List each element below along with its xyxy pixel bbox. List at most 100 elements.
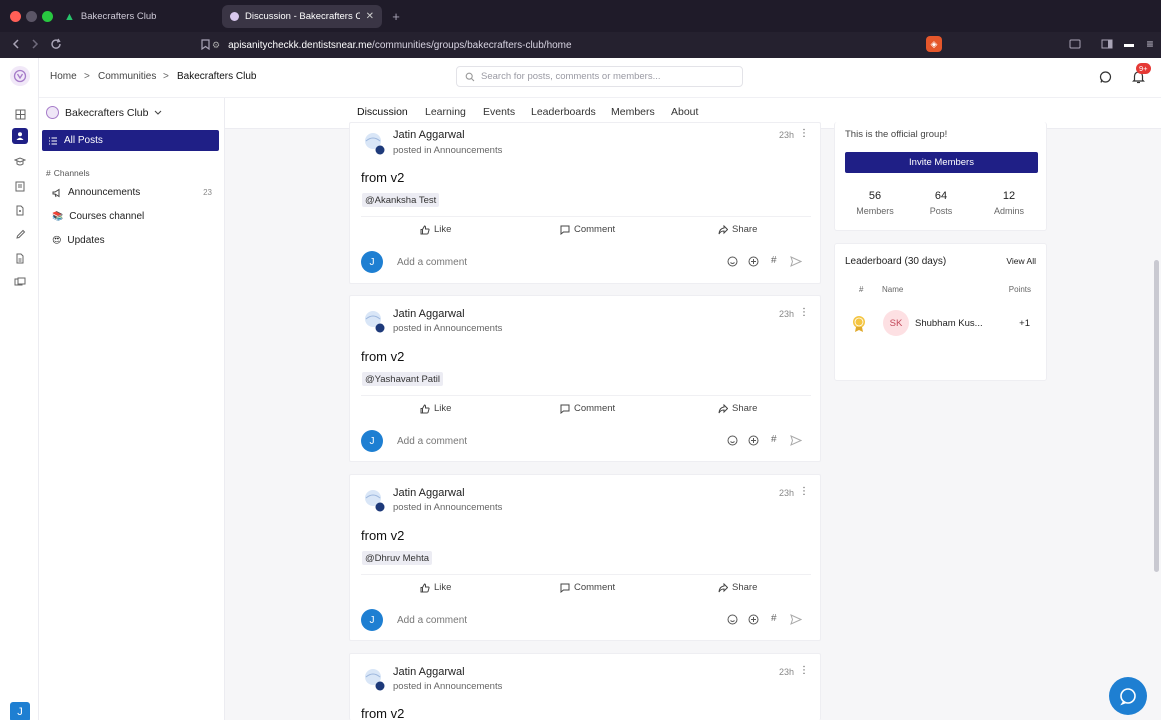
emoji-icon[interactable] [727,435,738,446]
messages-icon[interactable] [1099,71,1112,84]
author-avatar[interactable] [361,488,385,512]
search-input[interactable]: Search for posts, comments or members... [456,66,743,87]
leaderboard-row[interactable]: SK Shubham Kus... +1 [835,308,1046,338]
sidebar-item-announcements[interactable]: Announcements 23 [52,187,212,198]
tab-about[interactable]: About [671,106,698,118]
forward-icon[interactable] [28,37,42,51]
post-author[interactable]: Jatin Aggarwal [393,666,465,678]
emoji-icon[interactable] [727,614,738,625]
chat-support-button[interactable] [1109,677,1147,715]
reload-icon[interactable] [49,37,63,51]
send-icon[interactable] [790,614,802,625]
add-comment-input[interactable]: Add a comment [397,615,467,626]
url-field[interactable]: ⚙ apisanitycheckk.dentistsnear.me/commun… [212,36,924,54]
thumbs-up-icon [420,403,430,414]
like-button[interactable]: Like [420,582,451,593]
user-avatar[interactable]: J [10,702,30,720]
sidebar-toggle-icon[interactable] [1100,37,1114,51]
emoji-icon[interactable] [727,256,738,267]
post-card: Jatin Aggarwal posted in Announcements 2… [349,474,821,641]
invite-members-button[interactable]: Invite Members [845,152,1038,173]
author-avatar[interactable] [361,667,385,691]
browser-tab-1[interactable]: ▲ Bakecrafters Club [56,5,216,28]
notification-badge: 9+ [1136,63,1151,74]
billing-icon[interactable] [11,273,29,291]
share-button[interactable]: Share [718,403,757,414]
courses-icon[interactable] [11,153,29,171]
minimize-window-button[interactable] [26,11,37,22]
hashtag-icon[interactable]: # [771,255,777,266]
tab-members[interactable]: Members [611,106,655,118]
sidebar-item-updates[interactable]: 😍 Updates [52,235,105,246]
like-button[interactable]: Like [420,403,451,414]
add-attachment-icon[interactable] [748,435,759,446]
more-options-icon[interactable]: ⋮ [799,128,809,139]
share-button[interactable]: Share [718,582,757,593]
extensions-icon[interactable] [1068,37,1082,51]
close-window-button[interactable] [10,11,21,22]
post-author[interactable]: Jatin Aggarwal [393,487,465,499]
browser-tab-2[interactable]: Discussion - Bakecrafters Club ✕ [222,5,382,28]
more-options-icon[interactable]: ⋮ [799,486,809,497]
more-options-icon[interactable]: ⋮ [799,665,809,676]
tab-events[interactable]: Events [483,106,515,118]
menu-icon[interactable]: ≡ [1143,37,1157,51]
back-icon[interactable] [9,37,23,51]
send-icon[interactable] [790,256,802,267]
document-icon[interactable] [11,201,29,219]
post-title: from v2 [361,170,405,185]
hashtag-icon[interactable]: # [771,434,777,445]
post-author[interactable]: Jatin Aggarwal [393,129,465,141]
site-info-icon[interactable]: ⚙ [212,40,220,51]
wallet-icon[interactable]: ▬ [1122,37,1136,51]
post-mention[interactable]: @Dhruv Mehta [362,551,433,565]
add-comment-input[interactable]: Add a comment [397,436,467,447]
hashtag-icon[interactable]: # [771,613,777,624]
commenter-avatar: J [361,609,383,631]
breadcrumb-home[interactable]: Home [50,71,77,82]
edit-icon[interactable] [11,225,29,243]
post-channel: posted in Announcements [393,145,503,156]
file-icon[interactable] [11,249,29,267]
group-switcher[interactable]: Bakecrafters Club [46,106,162,119]
smile-emoji-icon: 😍 [52,235,62,245]
post-author[interactable]: Jatin Aggarwal [393,308,465,320]
close-tab-icon[interactable]: ✕ [366,11,374,22]
page-scrollbar[interactable] [1154,260,1159,572]
like-button[interactable]: Like [420,224,451,235]
communities-icon[interactable] [12,128,28,144]
add-attachment-icon[interactable] [748,614,759,625]
post-actions: Like Comment Share [350,579,822,599]
comment-row: J Add a comment # [361,609,811,633]
send-icon[interactable] [790,435,802,446]
sidebar-item-courses-channel[interactable]: 📚 Courses channel [52,211,144,222]
tab-leaderboards[interactable]: Leaderboards [531,106,596,118]
tab-discussion[interactable]: Discussion [357,106,408,118]
app-logo-icon: ▲ [64,10,75,23]
share-button[interactable]: Share [718,224,757,235]
new-tab-button[interactable]: + [389,9,403,24]
library-icon[interactable] [11,177,29,195]
author-avatar[interactable] [361,309,385,333]
breadcrumb-communities[interactable]: Communities [98,71,156,82]
app-logo-icon[interactable] [10,66,30,86]
add-comment-input[interactable]: Add a comment [397,257,467,268]
author-avatar[interactable] [361,131,385,155]
brave-shield-icon[interactable]: ◈ [926,36,942,52]
view-all-link[interactable]: View All [1006,256,1036,266]
add-attachment-icon[interactable] [748,256,759,267]
like-label: Like [434,224,452,235]
comment-button[interactable]: Comment [560,403,615,414]
all-posts-item[interactable]: All Posts [42,130,219,151]
bookmark-icon[interactable] [198,37,212,51]
post-mention[interactable]: @Yashavant Patil [362,372,443,386]
post-channel: posted in Announcements [393,681,503,692]
dashboard-icon[interactable] [11,105,29,123]
comment-button[interactable]: Comment [560,582,615,593]
comment-button[interactable]: Comment [560,224,615,235]
tab-learning[interactable]: Learning [425,106,466,118]
maximize-window-button[interactable] [42,11,53,22]
column-name: Name [882,285,904,294]
more-options-icon[interactable]: ⋮ [799,307,809,318]
post-mention[interactable]: @Akanksha Test [362,193,440,207]
